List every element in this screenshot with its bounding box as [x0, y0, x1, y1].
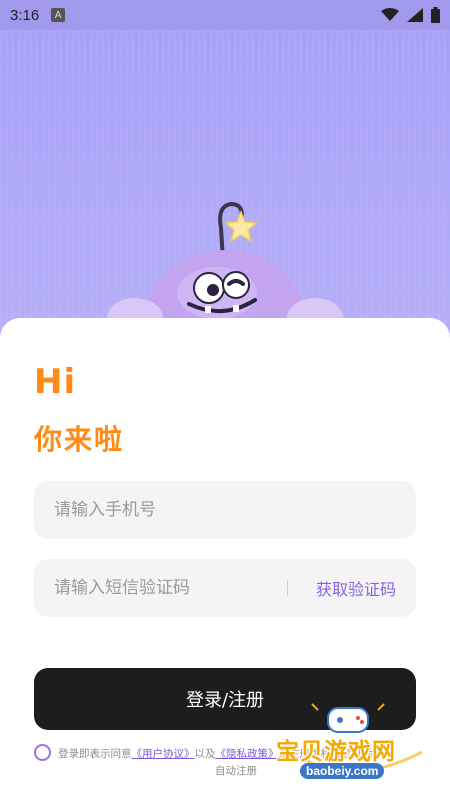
status-bar: 3:16 A — [0, 0, 450, 30]
battery-icon — [431, 7, 440, 23]
signal-icon — [407, 8, 423, 22]
agreement-prefix: 登录即表示同意 — [58, 748, 132, 760]
user-agreement-link[interactable]: 《用户协议》 — [132, 748, 195, 760]
wifi-icon — [381, 8, 399, 21]
status-time: 3:16 — [10, 6, 40, 24]
greeting-subtitle: 你来啦 — [34, 423, 125, 456]
a-letter-icon: A — [51, 8, 66, 22]
watermark-title: 宝贝游戏网 — [276, 739, 396, 765]
status-icons — [381, 7, 440, 23]
agreement-connector: 以及 — [194, 748, 216, 760]
agreement-checkbox[interactable] — [34, 744, 51, 761]
phone-field[interactable] — [34, 481, 416, 539]
watermark-url: baobeiy.com — [300, 763, 385, 779]
greeting-hi: Hi — [34, 362, 77, 402]
code-field[interactable]: 获取验证码 — [34, 559, 416, 617]
phone-input[interactable] — [54, 500, 396, 520]
get-code-button[interactable]: 获取验证码 — [316, 576, 396, 600]
sms-code-input[interactable] — [54, 578, 254, 598]
field-divider — [286, 580, 288, 596]
privacy-policy-link[interactable]: 《隐私政策》 — [216, 748, 279, 760]
